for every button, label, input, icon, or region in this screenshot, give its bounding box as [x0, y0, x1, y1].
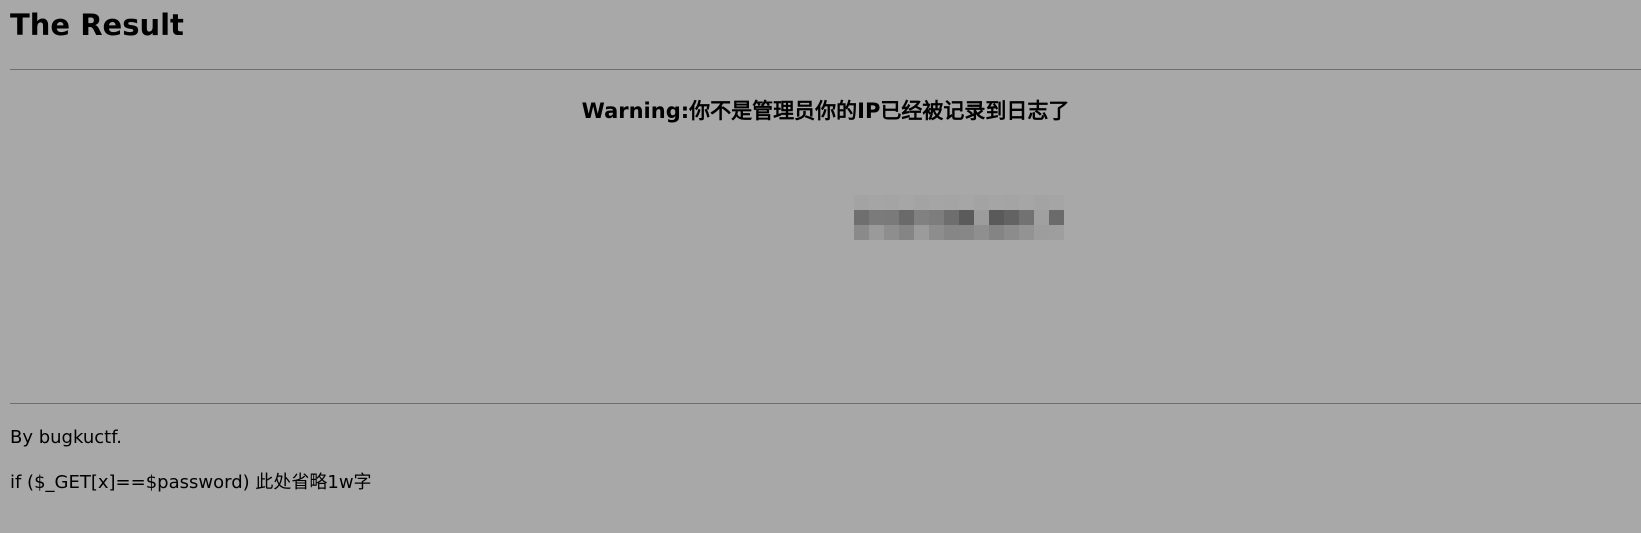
warning-message: Warning:你不是管理员你的IP已经被记录到日志了	[581, 99, 1070, 123]
code-hint-text: if ($_GET[x]==$password) 此处省略1w字	[10, 472, 372, 493]
author-credit: By bugkuctf.	[10, 427, 122, 448]
ip-address-pixelated	[854, 195, 1066, 240]
page-title: The Result	[10, 8, 184, 42]
bottom-divider	[10, 403, 1641, 404]
top-divider	[10, 69, 1641, 70]
